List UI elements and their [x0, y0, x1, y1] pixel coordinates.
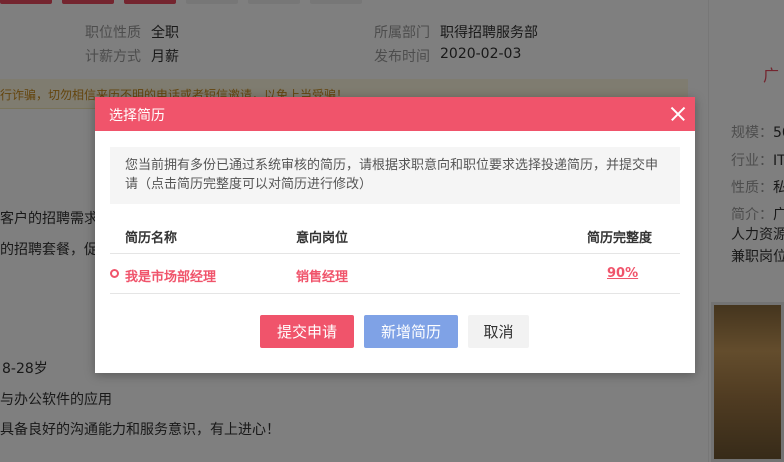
column-header-completeness: 简历完整度: [587, 231, 653, 246]
select-resume-dialog: 选择简历 您当前拥有多份已通过系统审核的简历，请根据求职意向和职位要求选择投递简…: [95, 97, 695, 373]
table-header-row: 简历名称 意向岗位 简历完整度: [110, 216, 680, 254]
radio-button[interactable]: [110, 269, 119, 278]
completeness-link[interactable]: 90%: [607, 266, 638, 281]
dialog-header: 选择简历: [95, 97, 695, 131]
dialog-title: 选择简历: [109, 108, 165, 124]
column-header-intended-position: 意向岗位: [296, 231, 349, 246]
intended-position: 销售经理: [296, 270, 349, 285]
cancel-button[interactable]: 取消: [468, 315, 529, 348]
column-header-resume-name: 简历名称: [125, 231, 178, 246]
add-resume-button[interactable]: 新增简历: [364, 315, 458, 348]
resume-name: 我是市场部经理: [125, 270, 217, 285]
resume-notice: 您当前拥有多份已通过系统审核的简历，请根据求职意向和职位要求选择投递简历，并提交…: [110, 147, 680, 204]
resume-table: 简历名称 意向岗位 简历完整度 我是市场部经理 销售经理 90%: [110, 216, 680, 294]
close-icon[interactable]: [667, 103, 689, 125]
submit-application-button[interactable]: 提交申请: [260, 315, 354, 348]
table-row[interactable]: 我是市场部经理 销售经理 90%: [110, 254, 680, 294]
